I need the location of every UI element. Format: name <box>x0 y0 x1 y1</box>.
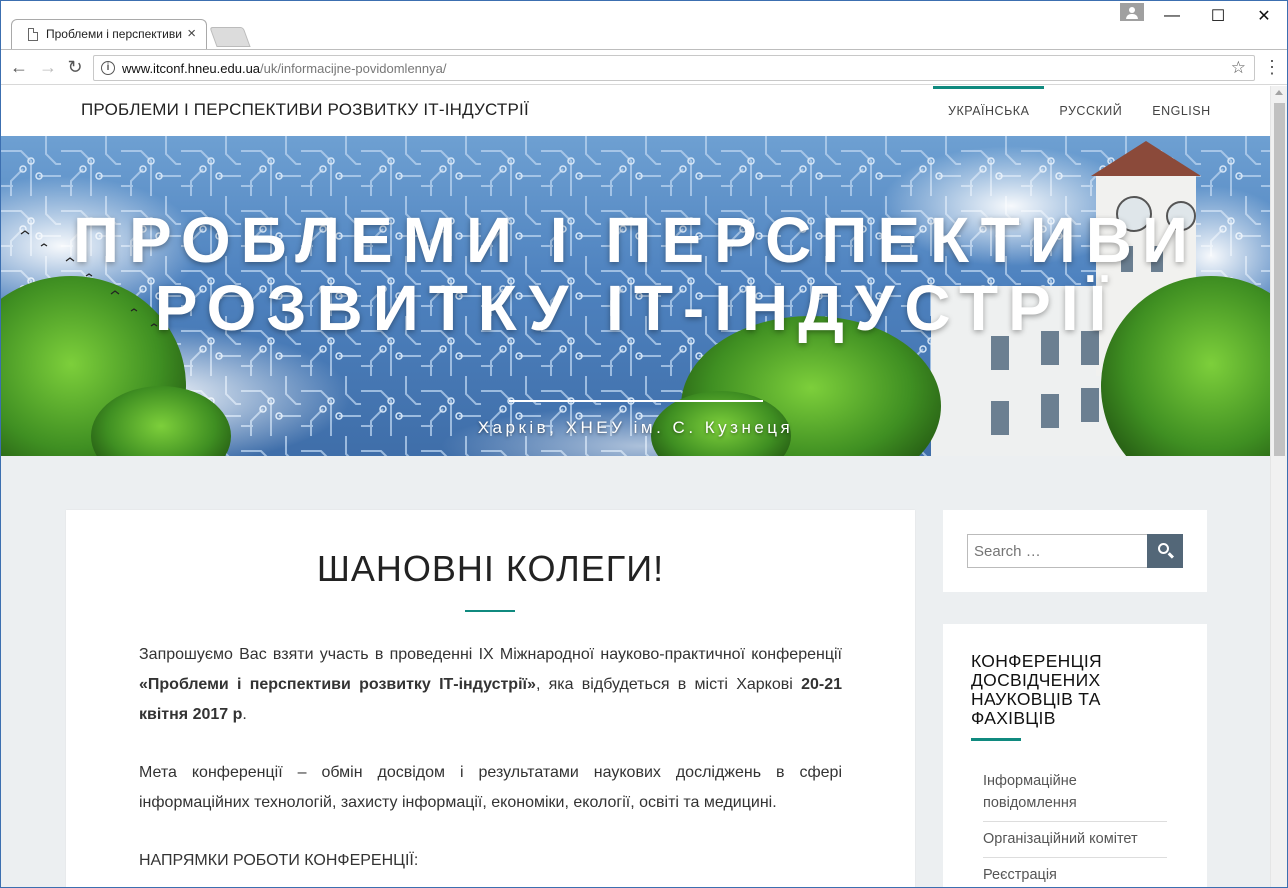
hero-banner: ПРОБЛЕМИ І ПЕРСПЕКТИВИ РОЗВИТКУ ІТ-ІНДУС… <box>1 136 1270 456</box>
widget-divider <box>971 738 1021 741</box>
url-host: www.itconf.hneu.edu.ua <box>122 61 261 76</box>
post-body: Запрошуємо Вас взяти участь в проведенні… <box>139 640 842 887</box>
conference-menu-widget: КОНФЕРЕНЦІЯ ДОСВІДЧЕНИХ НАУКОВЦІВ ТА ФАХ… <box>943 624 1207 887</box>
tab-title: Проблеми і перспективи <box>46 27 182 41</box>
widget-link-list: Інформаційне повідомлення Організаційний… <box>983 764 1167 887</box>
invitation-text-2: , яка відбудеться в місті Харкові <box>535 676 802 693</box>
site-info-icon[interactable]: i <box>101 61 115 75</box>
forward-arrow-icon[interactable]: → <box>37 56 59 78</box>
new-tab-button[interactable] <box>209 27 251 47</box>
hero-title-line-2: РОЗВИТКУ ІТ-ІНДУСТРІЇ <box>154 272 1117 344</box>
paragraph-goal: Мета конференції – обмін досвідом і резу… <box>139 764 842 811</box>
hero-title: ПРОБЛЕМИ І ПЕРСПЕКТИВИ РОЗВИТКУ ІТ-ІНДУС… <box>1 206 1270 342</box>
lang-ukrainian[interactable]: УКРАЇНСЬКА <box>933 86 1045 136</box>
close-window-button[interactable]: ✕ <box>1241 1 1287 31</box>
sidebar-link-registration[interactable]: Реєстрація <box>983 858 1167 887</box>
widget-title: КОНФЕРЕНЦІЯ ДОСВІДЧЕНИХ НАУКОВЦІВ ТА ФАХ… <box>971 651 1102 728</box>
site-title[interactable]: ПРОБЛЕМИ І ПЕРСПЕКТИВИ РОЗВИТКУ ІТ-ІНДУС… <box>81 100 529 120</box>
hero-title-line-1: ПРОБЛЕМИ І ПЕРСПЕКТИВИ <box>73 204 1198 276</box>
invitation-text-1: Запрошуємо Вас взяти участь в проведенні… <box>139 646 842 663</box>
address-bar[interactable]: i www.itconf.hneu.edu.ua/uk/informacijne… <box>93 55 1255 81</box>
url-path: /uk/informacijne-povidomlennya/ <box>260 61 447 76</box>
paragraph-directions: НАПРЯМКИ РОБОТИ КОНФЕРЕНЦІЇ: <box>139 852 419 869</box>
invitation-text-3: . <box>242 706 247 723</box>
reload-icon[interactable]: ↻ <box>64 56 86 78</box>
scroll-up-arrow-icon[interactable] <box>1275 90 1283 95</box>
scrollbar-thumb[interactable] <box>1274 103 1285 456</box>
search-input[interactable] <box>967 534 1148 568</box>
search-icon <box>1158 543 1169 554</box>
post-divider <box>465 610 515 612</box>
sidebar-link-info[interactable]: Інформаційне повідомлення <box>983 764 1167 822</box>
sidebar-link-committee[interactable]: Організаційний комітет <box>983 822 1167 858</box>
lang-english[interactable]: ENGLISH <box>1137 86 1225 136</box>
post-heading: ШАНОВНІ КОЛЕГИ! <box>316 548 665 589</box>
hero-subtitle: Харків, ХНЕУ ім. С. Кузнеця <box>477 418 794 437</box>
search-button[interactable] <box>1147 534 1183 568</box>
search-widget <box>943 510 1207 592</box>
article-card: ШАНОВНІ КОЛЕГИ! Запрошуємо Вас взяти уча… <box>66 510 915 887</box>
browser-toolbar: ← → ↻ i www.itconf.hneu.edu.ua/uk/inform… <box>1 49 1287 85</box>
maximize-button[interactable]: ☐ <box>1195 1 1241 31</box>
language-menu: УКРАЇНСЬКА РУССКИЙ ENGLISH <box>933 86 1226 136</box>
back-arrow-icon[interactable]: ← <box>8 56 30 78</box>
site-header: ПРОБЛЕМИ І ПЕРСПЕКТИВИ РОЗВИТКУ ІТ-ІНДУС… <box>1 86 1270 136</box>
browser-menu-icon[interactable]: ⋮ <box>1263 56 1281 78</box>
profile-icon[interactable] <box>1120 3 1144 21</box>
lang-russian[interactable]: РУССКИЙ <box>1044 86 1137 136</box>
page-scrollbar[interactable] <box>1270 86 1287 887</box>
conference-name: «Проблеми і перспективи розвитку ІТ-інду… <box>139 676 536 693</box>
bookmark-star-icon[interactable]: ☆ <box>1231 58 1246 78</box>
browser-tab[interactable]: Проблеми і перспективи × <box>11 19 207 49</box>
page-viewport: ПРОБЛЕМИ І ПЕРСПЕКТИВИ РОЗВИТКУ ІТ-ІНДУС… <box>1 86 1287 887</box>
browser-titlebar: Проблеми і перспективи × — ☐ ✕ <box>1 1 1287 49</box>
url-text: www.itconf.hneu.edu.ua/uk/informacijne-p… <box>122 61 446 76</box>
page-icon <box>28 28 38 41</box>
browser-window: Проблеми і перспективи × — ☐ ✕ ← → ↻ i w… <box>0 0 1288 888</box>
hero-divider <box>509 400 763 402</box>
paragraph-invitation: Запрошуємо Вас взяти участь в проведенні… <box>139 640 842 730</box>
tab-close-icon[interactable]: × <box>187 25 196 42</box>
minimize-button[interactable]: — <box>1149 1 1195 31</box>
